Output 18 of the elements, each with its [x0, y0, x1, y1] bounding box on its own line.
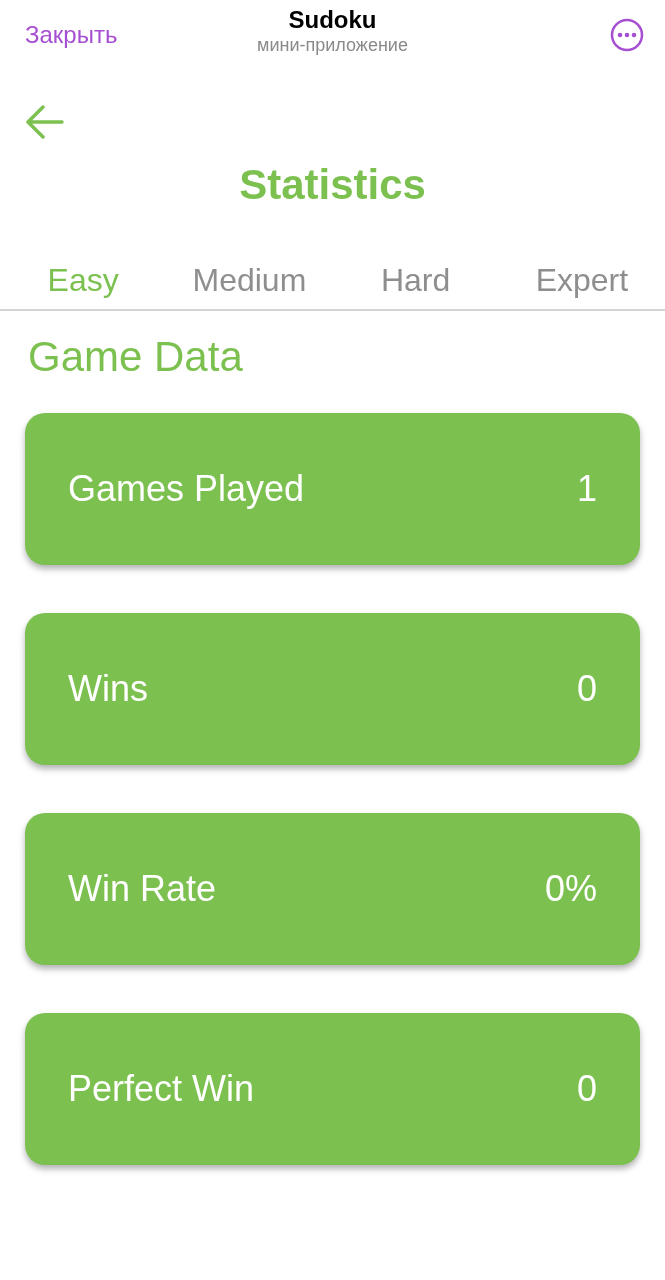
section-title: Game Data	[28, 332, 244, 382]
stat-label: Games Played	[68, 467, 305, 511]
app-title: Sudoku	[288, 6, 377, 34]
stat-label: Win Rate	[68, 867, 217, 911]
difficulty-tab[interactable]: Hard	[380, 261, 451, 299]
more-icon[interactable]	[610, 18, 644, 52]
page-title: Statistics	[239, 160, 426, 210]
stat-value: 1	[576, 467, 597, 511]
stat-label: Wins	[68, 667, 148, 711]
difficulty-tab[interactable]: Expert	[535, 261, 629, 299]
stat-label: Perfect Win	[68, 1067, 255, 1111]
stat-value: 0	[576, 1067, 597, 1111]
difficulty-tab[interactable]: Medium	[192, 261, 307, 299]
stat-value: 0%	[544, 867, 597, 911]
stat-value: 0	[576, 667, 597, 711]
close-link[interactable]: Закрыть	[25, 17, 118, 53]
app-subtitle: мини-приложение	[257, 34, 408, 56]
difficulty-tab[interactable]: Easy	[47, 261, 119, 299]
